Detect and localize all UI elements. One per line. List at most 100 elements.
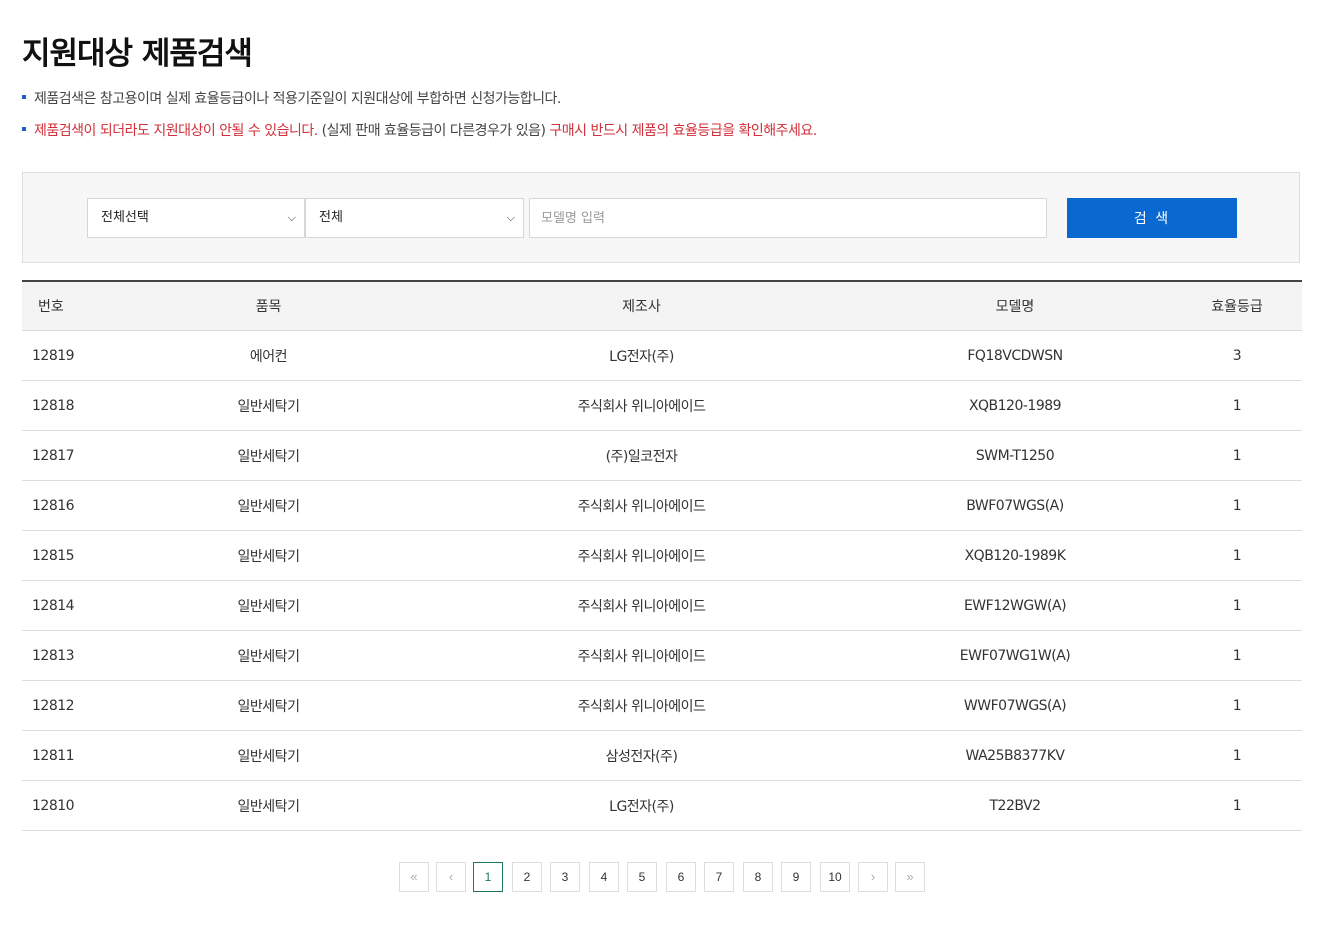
cell-model: WWF07WGS(A)	[858, 680, 1172, 731]
cell-maker: 주식회사 위니아에이드	[425, 380, 858, 431]
cell-grade: 1	[1172, 430, 1302, 481]
type-select-value: 전체	[319, 210, 343, 225]
cell-maker: LG전자(주)	[425, 330, 858, 381]
cell-maker: (주)일코전자	[425, 430, 858, 481]
table-row[interactable]: 12810 일반세탁기 LG전자(주) T22BV2 1	[22, 780, 1302, 831]
cell-model: SWM-T1250	[858, 430, 1172, 481]
table-row[interactable]: 12817 일반세탁기 (주)일코전자 SWM-T1250 1	[22, 430, 1302, 481]
cell-item: 일반세탁기	[112, 730, 425, 781]
cell-grade: 1	[1172, 380, 1302, 431]
cell-item: 일반세탁기	[112, 430, 425, 481]
cell-maker: 주식회사 위니아에이드	[425, 680, 858, 731]
notice-note: (실제 판매 효율등급이 다른경우가 있음)	[317, 123, 550, 139]
page-button-3[interactable]: 3	[550, 862, 580, 892]
column-header-no: 번호	[22, 281, 112, 331]
column-header-model: 모델명	[858, 281, 1172, 331]
cell-no: 12810	[22, 780, 112, 831]
last-page-icon[interactable]: »	[895, 862, 925, 892]
cell-maker: 삼성전자(주)	[425, 730, 858, 781]
table-row[interactable]: 12814 일반세탁기 주식회사 위니아에이드 EWF12WGW(A) 1	[22, 580, 1302, 631]
cell-item: 일반세탁기	[112, 780, 425, 831]
cell-grade: 1	[1172, 530, 1302, 581]
cell-model: FQ18VCDWSN	[858, 330, 1172, 381]
cell-item: 일반세탁기	[112, 680, 425, 731]
table-row[interactable]: 12818 일반세탁기 주식회사 위니아에이드 XQB120-1989 1	[22, 380, 1302, 431]
page-button-4[interactable]: 4	[589, 862, 619, 892]
cell-grade: 3	[1172, 330, 1302, 381]
cell-model: EWF07WG1W(A)	[858, 630, 1172, 681]
cell-no: 12817	[22, 430, 112, 481]
cell-grade: 1	[1172, 630, 1302, 681]
notice-line-1: 제품검색은 참고용이며 실제 효율등급이나 적용기준일이 지원대상에 부합하면 …	[22, 89, 561, 109]
cell-no: 12811	[22, 730, 112, 781]
notice-warning-2: 구매시 반드시 제품의 효율등급을 확인해주세요.	[549, 123, 817, 139]
table-row[interactable]: 12816 일반세탁기 주식회사 위니아에이드 BWF07WGS(A) 1	[22, 480, 1302, 531]
notice-warning-1: 제품검색이 되더라도 지원대상이 안될 수 있습니다.	[34, 123, 318, 139]
cell-item: 일반세탁기	[112, 380, 425, 431]
cell-item: 일반세탁기	[112, 580, 425, 631]
page-button-7[interactable]: 7	[704, 862, 734, 892]
cell-no: 12818	[22, 380, 112, 431]
type-select[interactable]: 전체 ⌵	[305, 198, 524, 238]
cell-maker: 주식회사 위니아에이드	[425, 580, 858, 631]
cell-item: 일반세탁기	[112, 480, 425, 531]
chevron-down-icon: ⌵	[287, 211, 296, 224]
bullet-icon	[22, 95, 26, 99]
cell-maker: 주식회사 위니아에이드	[425, 480, 858, 531]
cell-no: 12812	[22, 680, 112, 731]
column-header-item: 품목	[112, 281, 425, 331]
table-header-row: 번호 품목 제조사 모델명 효율등급	[22, 281, 1302, 331]
cell-model: BWF07WGS(A)	[858, 480, 1172, 531]
cell-maker: 주식회사 위니아에이드	[425, 630, 858, 681]
cell-no: 12819	[22, 330, 112, 381]
cell-no: 12813	[22, 630, 112, 681]
page-title: 지원대상 제품검색	[22, 36, 253, 72]
category-select[interactable]: 전체선택 ⌵	[87, 198, 305, 238]
cell-model: XQB120-1989	[858, 380, 1172, 431]
notice-line-2: 제품검색이 되더라도 지원대상이 안될 수 있습니다. (실제 판매 효율등급이…	[22, 121, 817, 141]
cell-no: 12814	[22, 580, 112, 631]
model-name-input[interactable]	[529, 198, 1047, 238]
cell-model: XQB120-1989K	[858, 530, 1172, 581]
table-row[interactable]: 12813 일반세탁기 주식회사 위니아에이드 EWF07WG1W(A) 1	[22, 630, 1302, 681]
page-button-6[interactable]: 6	[666, 862, 696, 892]
product-table: 번호 품목 제조사 모델명 효율등급 12819 에어컨 LG전자(주) FQ1…	[22, 280, 1302, 831]
page-button-8[interactable]: 8	[743, 862, 773, 892]
table-row[interactable]: 12811 일반세탁기 삼성전자(주) WA25B8377KV 1	[22, 730, 1302, 781]
page-button-9[interactable]: 9	[781, 862, 811, 892]
next-page-icon[interactable]: ›	[858, 862, 888, 892]
column-header-maker: 제조사	[425, 281, 858, 331]
cell-model: T22BV2	[858, 780, 1172, 831]
cell-grade: 1	[1172, 730, 1302, 781]
chevron-down-icon: ⌵	[506, 211, 515, 224]
search-button[interactable]: 검 색	[1067, 198, 1237, 238]
cell-maker: 주식회사 위니아에이드	[425, 530, 858, 581]
notice-text-1: 제품검색은 참고용이며 실제 효율등급이나 적용기준일이 지원대상에 부합하면 …	[34, 91, 561, 107]
cell-no: 12815	[22, 530, 112, 581]
cell-grade: 1	[1172, 480, 1302, 531]
page-button-5[interactable]: 5	[627, 862, 657, 892]
category-select-value: 전체선택	[101, 210, 149, 225]
page-button-1[interactable]: 1	[473, 862, 503, 892]
cell-grade: 1	[1172, 780, 1302, 831]
cell-item: 일반세탁기	[112, 630, 425, 681]
page-button-2[interactable]: 2	[512, 862, 542, 892]
cell-grade: 1	[1172, 580, 1302, 631]
search-panel: 전체선택 ⌵ 전체 ⌵ 검 색	[22, 172, 1300, 263]
cell-grade: 1	[1172, 680, 1302, 731]
cell-maker: LG전자(주)	[425, 780, 858, 831]
column-header-grade: 효율등급	[1172, 281, 1302, 331]
cell-no: 12816	[22, 480, 112, 531]
cell-model: WA25B8377KV	[858, 730, 1172, 781]
table-row[interactable]: 12812 일반세탁기 주식회사 위니아에이드 WWF07WGS(A) 1	[22, 680, 1302, 731]
cell-item: 일반세탁기	[112, 530, 425, 581]
page-button-10[interactable]: 10	[820, 862, 850, 892]
table-row[interactable]: 12819 에어컨 LG전자(주) FQ18VCDWSN 3	[22, 330, 1302, 381]
cell-item: 에어컨	[112, 330, 425, 381]
cell-model: EWF12WGW(A)	[858, 580, 1172, 631]
table-row[interactable]: 12815 일반세탁기 주식회사 위니아에이드 XQB120-1989K 1	[22, 530, 1302, 581]
bullet-icon	[22, 127, 26, 131]
first-page-icon[interactable]: «	[399, 862, 429, 892]
pagination: « ‹ 1 2 3 4 5 6 7 8 9 10 › »	[0, 862, 1323, 894]
prev-page-icon[interactable]: ‹	[436, 862, 466, 892]
